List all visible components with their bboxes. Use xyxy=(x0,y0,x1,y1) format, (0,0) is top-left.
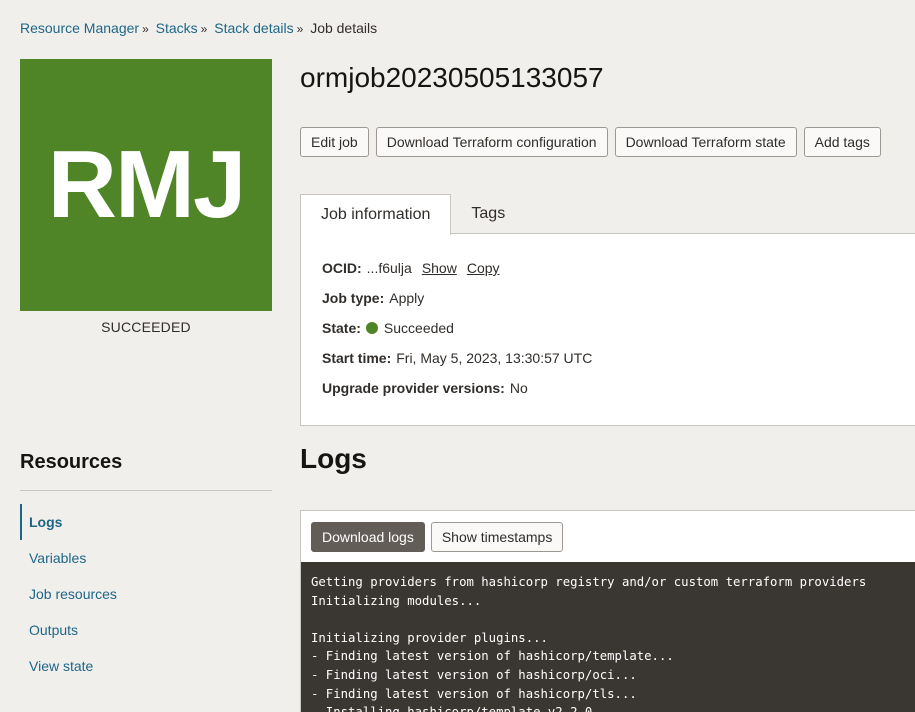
job-type-label: Job type: xyxy=(322,290,385,306)
job-type-row: Job type: Apply xyxy=(322,290,424,306)
log-line: - Finding latest version of hashicorp/oc… xyxy=(311,667,637,682)
breadcrumb-separator: » xyxy=(200,22,208,36)
ocid-value: ...f6ulja xyxy=(366,260,412,276)
logs-console[interactable]: Getting providers from hashicorp registr… xyxy=(301,562,915,712)
ocid-label: OCID: xyxy=(322,260,362,276)
log-line: Initializing modules... xyxy=(311,593,482,608)
tab-tags[interactable]: Tags xyxy=(451,194,525,234)
tab-job-information[interactable]: Job information xyxy=(300,194,452,235)
state-value: Succeeded xyxy=(383,320,454,336)
page-title: ormjob20230505133057 xyxy=(300,62,604,93)
breadcrumb-link-resource-manager[interactable]: Resource Manager xyxy=(20,20,139,36)
show-timestamps-button[interactable]: Show timestamps xyxy=(430,521,564,552)
logs-toolbar: Download logs Show timestamps xyxy=(301,511,915,562)
breadcrumb-separator: » xyxy=(142,22,149,36)
resources-heading: Resources xyxy=(20,451,123,473)
log-line: Getting providers from hashicorp registr… xyxy=(311,575,867,589)
start-time-row: Start time: Fri, May 5, 2023, 13:30:57 U… xyxy=(322,350,592,366)
resources-item-view-state[interactable]: View state xyxy=(20,648,272,684)
log-line: - Finding latest version of hashicorp/tl… xyxy=(311,686,637,701)
breadcrumb: Resource Manager» Stacks» Stack details»… xyxy=(20,20,377,36)
job-badge: RMJ xyxy=(20,59,272,311)
job-badge-status: SUCCEEDED xyxy=(101,319,191,335)
resources-item-job-resources[interactable]: Job resources xyxy=(20,576,272,612)
ocid-row: OCID: ...f6ulja Show Copy xyxy=(322,260,500,276)
download-terraform-state-button[interactable]: Download Terraform state xyxy=(614,127,797,157)
job-information-panel: OCID: ...f6ulja Show Copy Job type: Appl… xyxy=(300,233,915,426)
job-badge-text: RMJ xyxy=(47,131,247,238)
action-bar: Edit job Download Terraform configuratio… xyxy=(300,127,881,157)
log-line: - Finding latest version of hashicorp/te… xyxy=(311,649,674,664)
upgrade-provider-value: No xyxy=(509,380,528,396)
start-time-label: Start time: xyxy=(322,350,392,366)
job-type-value: Apply xyxy=(389,290,425,306)
logs-heading: Logs xyxy=(300,443,367,474)
logs-panel: Download logs Show timestamps Getting pr… xyxy=(300,510,915,712)
log-line: Initializing provider plugins... xyxy=(311,630,548,645)
edit-job-button[interactable]: Edit job xyxy=(300,127,369,157)
status-dot-icon xyxy=(365,322,378,334)
download-terraform-configuration-button[interactable]: Download Terraform configuration xyxy=(375,127,608,157)
resources-divider xyxy=(20,490,272,491)
upgrade-provider-row: Upgrade provider versions: No xyxy=(322,380,528,396)
breadcrumb-separator: » xyxy=(296,22,304,36)
state-label: State: xyxy=(322,320,361,336)
ocid-show-link[interactable]: Show xyxy=(422,260,457,276)
breadcrumb-link-stack-details[interactable]: Stack details xyxy=(214,20,293,36)
start-time-value: Fri, May 5, 2023, 13:30:57 UTC xyxy=(396,350,593,366)
detail-tabs: Job information Tags xyxy=(300,194,525,235)
resources-item-logs[interactable]: Logs xyxy=(20,504,272,540)
breadcrumb-link-stacks[interactable]: Stacks xyxy=(156,20,198,36)
resources-item-variables[interactable]: Variables xyxy=(20,540,272,576)
log-line: - Installing hashicorp/template v2.2.0..… xyxy=(311,703,909,712)
download-logs-button[interactable]: Download logs xyxy=(311,521,425,552)
resources-item-outputs[interactable]: Outputs xyxy=(20,612,272,648)
add-tags-button[interactable]: Add tags xyxy=(803,127,881,157)
ocid-copy-link[interactable]: Copy xyxy=(467,260,500,276)
state-row: State: Succeeded xyxy=(322,320,454,336)
breadcrumb-current: Job details xyxy=(310,20,378,36)
upgrade-provider-label: Upgrade provider versions: xyxy=(322,380,505,396)
resources-nav: Logs Variables Job resources Outputs Vie… xyxy=(20,504,272,684)
